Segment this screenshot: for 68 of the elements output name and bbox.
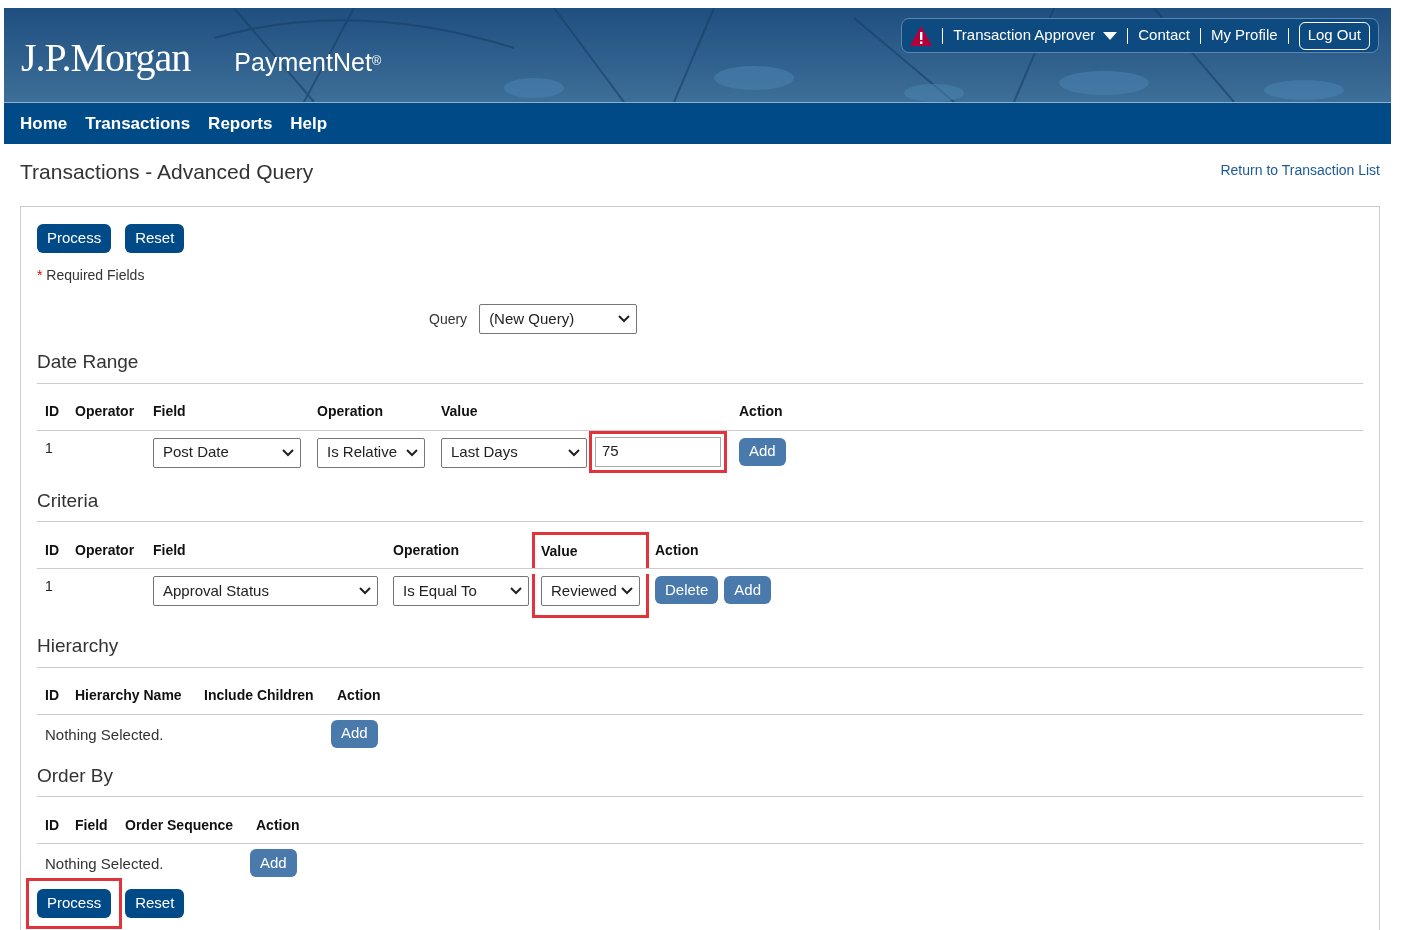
column-header: Value [541, 542, 578, 561]
select-field[interactable]: Is Relative [317, 437, 425, 468]
logout-button[interactable]: Log Out [1298, 21, 1370, 50]
logo: J.P.Morgan [21, 34, 191, 82]
column-header: Action [739, 402, 783, 421]
action-button[interactable]: Delete [655, 576, 719, 604]
action-button[interactable]: Add [724, 576, 772, 604]
column-header: Operation [317, 402, 384, 421]
column-header: Order Sequence [125, 815, 234, 835]
section-heading: Order By [37, 761, 1363, 797]
caret-icon [1103, 31, 1118, 40]
column-header: Value [441, 402, 478, 421]
nav-link[interactable]: Transactions [85, 110, 191, 137]
action-button[interactable]: Process [37, 224, 112, 253]
query-label: Query [429, 309, 468, 329]
chevron-icon [359, 587, 371, 595]
column-header: ID [45, 686, 59, 705]
column-header: Action [337, 686, 381, 705]
section-heading: Criteria [37, 486, 1363, 522]
nav-link[interactable]: Help [290, 110, 328, 137]
page-title: Transactions - Advanced Query [20, 159, 314, 186]
select-field[interactable]: Approval Status [153, 576, 378, 606]
column-header: Hierarchy Name [75, 686, 182, 705]
chevron-icon [621, 587, 633, 595]
row-id: 1 [45, 438, 53, 458]
chevron-icon [618, 315, 631, 323]
header-link[interactable]: Contact [1138, 24, 1190, 47]
action-button[interactable]: Add [739, 437, 786, 466]
column-header: Field [153, 540, 186, 560]
column-header: Operation [393, 540, 460, 560]
section-heading: Hierarchy [37, 632, 1363, 668]
select-field[interactable]: Is Equal To [393, 576, 529, 606]
section-heading: Date Range [37, 348, 1363, 384]
role-dropdown[interactable]: Transaction Approver [953, 24, 1118, 47]
column-header: ID [45, 402, 59, 421]
warning-icon[interactable] [910, 25, 933, 46]
chevron-icon [406, 448, 418, 457]
select-field[interactable]: Last Days [441, 437, 587, 468]
action-button[interactable]: Process [37, 889, 112, 918]
column-header: Action [256, 815, 300, 835]
product-name: PaymentNet$^{®}$ [234, 47, 382, 78]
nav-link[interactable]: Home [20, 110, 68, 137]
chevron-icon [510, 587, 522, 595]
action-button[interactable]: Reset [125, 889, 185, 918]
column-header: Operator [75, 402, 135, 421]
column-header: Field [75, 815, 108, 835]
action-button[interactable]: Add [250, 849, 297, 877]
chevron-icon [568, 448, 580, 457]
nav-link[interactable]: Reports [208, 110, 273, 137]
column-header: ID [45, 815, 59, 835]
text-input[interactable]: 75 [595, 436, 721, 467]
chevron-icon [282, 448, 294, 457]
action-button[interactable]: Reset [125, 224, 185, 253]
select-field[interactable]: Reviewed [541, 576, 640, 606]
column-header: Operator [75, 540, 135, 560]
query-select[interactable]: (New Query) [479, 304, 638, 334]
row-id: 1 [45, 577, 53, 596]
empty-message: Nothing Selected. [45, 855, 164, 872]
action-button[interactable]: Add [331, 719, 378, 748]
header-link[interactable]: My Profile [1210, 24, 1278, 47]
required-note: * Required Fields [37, 266, 146, 285]
empty-message: Nothing Selected. [45, 725, 164, 743]
select-field[interactable]: Post Date [153, 437, 301, 468]
column-header: Action [655, 540, 699, 560]
column-header: ID [45, 540, 59, 560]
column-header: Field [153, 402, 186, 421]
return-link[interactable]: Return to Transaction List [1220, 159, 1380, 181]
column-header: Include Children [204, 686, 314, 705]
